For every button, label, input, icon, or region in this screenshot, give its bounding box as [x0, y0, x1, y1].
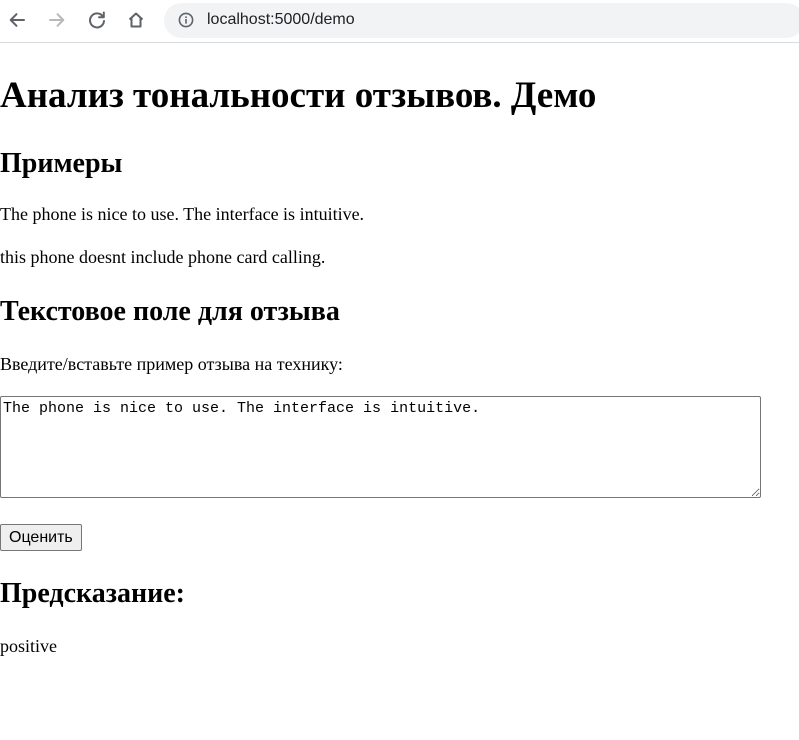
home-icon — [128, 12, 144, 28]
reload-button[interactable] — [84, 7, 110, 33]
reload-icon — [89, 11, 105, 29]
page-title: Анализ тональности отзывов. Демо — [0, 75, 597, 116]
info-icon[interactable] — [178, 12, 194, 28]
example-text: this phone doesnt include phone card cal… — [0, 247, 326, 267]
review-prompt: Введите/вставьте пример отзыва на техник… — [0, 354, 343, 374]
arrow-left-icon — [9, 13, 25, 27]
review-textarea[interactable]: The phone is nice to use. The interface … — [0, 396, 761, 498]
address-bar[interactable]: localhost:5000/demo — [164, 3, 799, 38]
evaluate-button[interactable]: Оценить — [0, 524, 82, 551]
examples-heading: Примеры — [0, 148, 123, 179]
review-heading: Текстовое поле для отзыва — [0, 296, 340, 327]
forward-button[interactable] — [44, 7, 70, 33]
home-button[interactable] — [123, 7, 149, 33]
prediction-result: positive — [0, 636, 57, 656]
example-text: The phone is nice to use. The interface … — [0, 204, 365, 224]
url-text[interactable]: localhost:5000/demo — [207, 11, 355, 29]
prediction-heading: Предсказание: — [0, 578, 185, 609]
back-button[interactable] — [4, 7, 30, 33]
browser-toolbar: localhost:5000/demo — [0, 0, 799, 43]
arrow-right-icon — [49, 13, 65, 27]
